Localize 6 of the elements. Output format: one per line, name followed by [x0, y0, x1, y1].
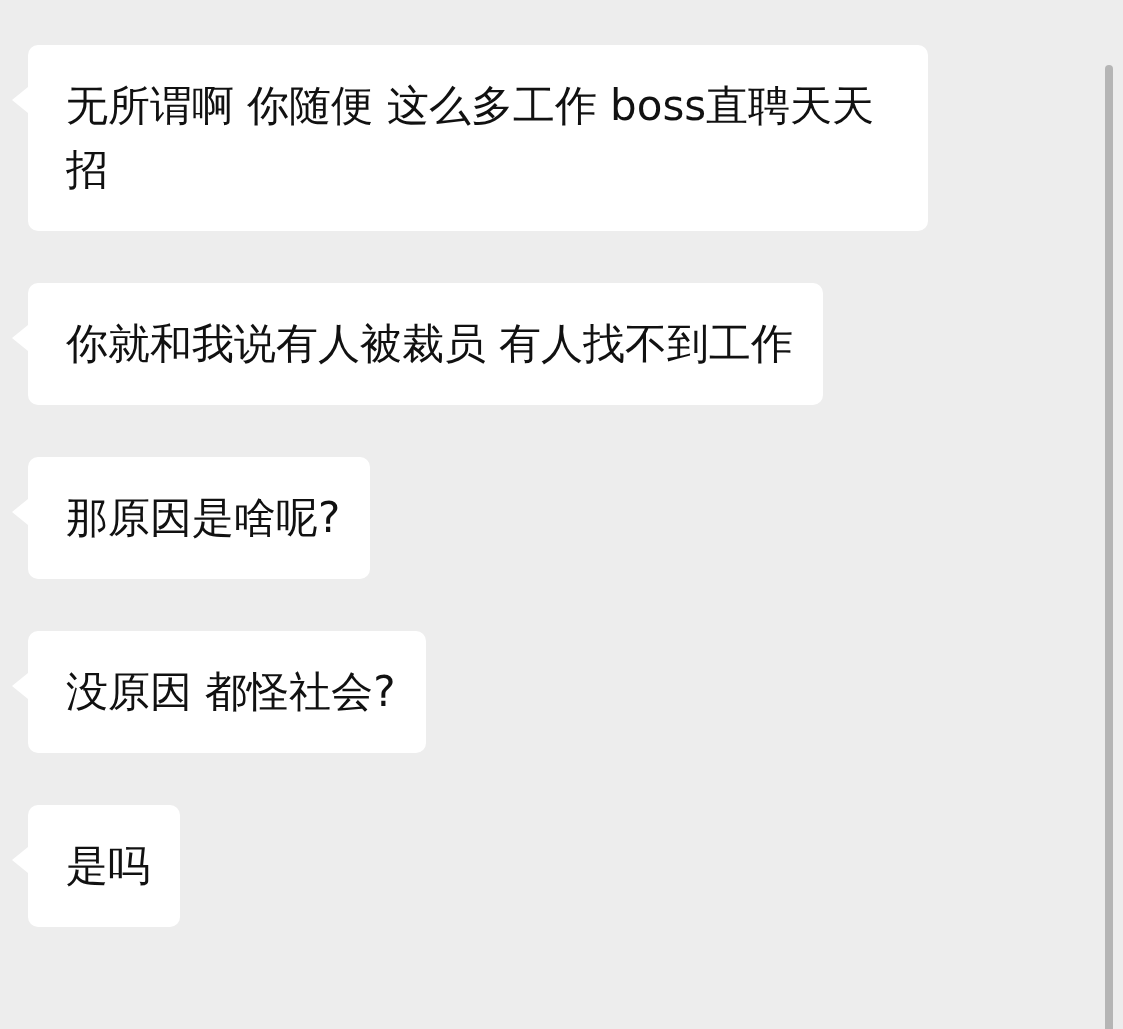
message-bubble: 无所谓啊 你随便 这么多工作 boss直聘天天招 — [28, 45, 928, 231]
message-bubble: 是吗 — [28, 805, 180, 927]
message-bubble: 那原因是啥呢? — [28, 457, 371, 579]
scrollbar[interactable] — [1105, 65, 1113, 1029]
message-bubble: 没原因 都怪社会? — [28, 631, 426, 753]
message-bubble: 你就和我说有人被裁员 有人找不到工作 — [28, 283, 824, 405]
